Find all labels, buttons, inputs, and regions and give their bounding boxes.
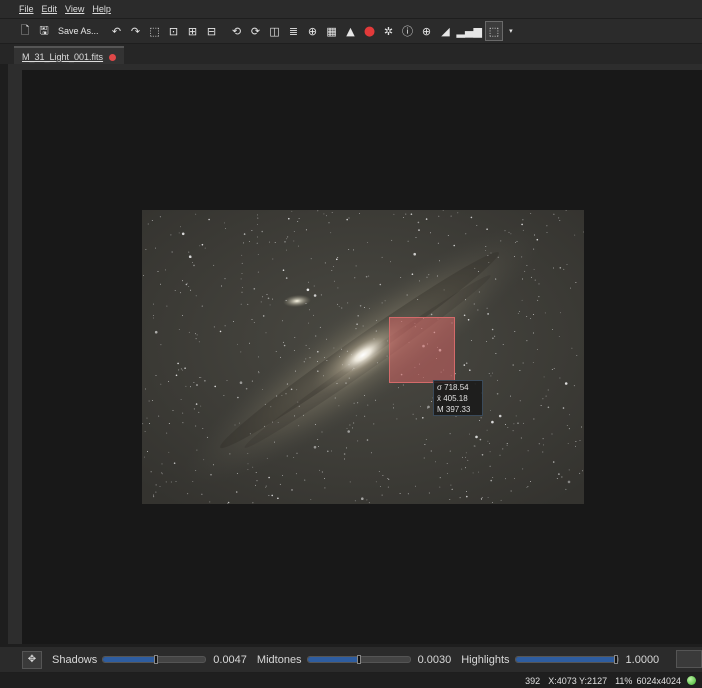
- menu-file[interactable]: File: [19, 4, 34, 14]
- astro-image[interactable]: [142, 210, 584, 504]
- midtones-label: Midtones: [256, 653, 302, 666]
- tab-title: M_31_Light_001.fits: [22, 52, 104, 62]
- stars-icon[interactable]: ✲: [381, 22, 397, 40]
- fit-icon[interactable]: ⬚: [147, 22, 163, 40]
- selection-icon[interactable]: ⬚: [484, 21, 503, 41]
- tab-image[interactable]: M_31_Light_001.fits: [14, 46, 125, 66]
- stat-mean: x̄ 405.18: [437, 394, 468, 403]
- stat-median: M 397.33: [437, 405, 471, 414]
- info-icon[interactable]: ⓘ: [400, 22, 416, 40]
- status-bar: 392 X:4073 Y:2127 11% 6024x4024: [0, 673, 702, 688]
- undo-icon[interactable]: ↶: [109, 22, 125, 40]
- zoom-selection-icon[interactable]: ⊡: [166, 22, 182, 40]
- target-icon[interactable]: ⊕: [419, 22, 435, 40]
- shadows-slider-handle[interactable]: [154, 655, 159, 664]
- region-of-interest[interactable]: [389, 317, 455, 383]
- pixel-value: 392: [525, 675, 541, 686]
- signal-icon[interactable]: ▂▄▆: [457, 22, 482, 40]
- cursor-coords: X:4073 Y:2127: [548, 675, 608, 686]
- image-size: 6024x4024: [636, 675, 681, 686]
- extra-control[interactable]: [676, 650, 702, 668]
- save-icon[interactable]: 🖫: [36, 22, 52, 40]
- midtones-slider-handle[interactable]: [356, 655, 361, 664]
- flip-h-icon[interactable]: ⟲: [229, 22, 245, 40]
- selection-dropdown-icon[interactable]: ▾: [503, 22, 519, 40]
- redo-icon[interactable]: ↷: [128, 22, 144, 40]
- midtones-slider[interactable]: [306, 655, 411, 664]
- shadows-slider[interactable]: [102, 655, 207, 664]
- split-icon[interactable]: ◫: [267, 22, 283, 40]
- histogram-icon[interactable]: ◢: [438, 22, 454, 40]
- save-as-button[interactable]: Save As...: [55, 22, 102, 40]
- new-icon[interactable]: 🗋: [17, 22, 33, 40]
- highlights-slider[interactable]: [514, 655, 619, 664]
- zoom-in-icon[interactable]: ⊞: [185, 22, 201, 40]
- statistics-overlay: σ 718.54 x̄ 405.18 M 397.33: [433, 380, 483, 416]
- shadows-label: Shadows: [52, 653, 98, 666]
- status-ok-icon: [687, 676, 696, 685]
- menu-edit[interactable]: Edit: [42, 4, 58, 14]
- m31-galaxy-image: [142, 210, 584, 504]
- stretch-bar: ✥ Shadows 0.0047 Midtones 0.0030 Highlig…: [0, 647, 702, 672]
- zoom-out-icon[interactable]: ⊟: [204, 22, 220, 40]
- toolbar: 🗋 🖫 Save As... ↶ ↷ ⬚ ⊡ ⊞ ⊟ ⟲ ⟳ ◫ ≣ ⊕ ▦ ▲…: [0, 19, 702, 43]
- stat-sigma: σ 718.54: [437, 383, 469, 392]
- menu-help[interactable]: Help: [92, 4, 111, 14]
- highlights-label: Highlights: [461, 653, 510, 666]
- tab-bar: M_31_Light_001.fits: [0, 44, 702, 66]
- stretch-icon[interactable]: ▲: [343, 22, 359, 40]
- grid-icon[interactable]: ▦: [324, 22, 340, 40]
- highlights-value: 1.0000: [625, 653, 660, 666]
- close-tab-icon[interactable]: [109, 53, 117, 61]
- midtones-value: 0.0030: [417, 653, 452, 666]
- highlights-slider-handle[interactable]: [613, 655, 618, 664]
- zoom-level: 11%: [615, 675, 633, 686]
- crosshair-icon[interactable]: ⊕: [305, 22, 321, 40]
- balance-icon[interactable]: ≣: [286, 22, 302, 40]
- move-icon[interactable]: ✥: [22, 650, 42, 669]
- menu-view[interactable]: View: [65, 4, 84, 14]
- record-icon[interactable]: ●: [362, 22, 378, 40]
- menu-bar: File Edit View Help: [0, 0, 702, 18]
- flip-v-icon[interactable]: ⟳: [248, 22, 264, 40]
- shadows-value: 0.0047: [213, 653, 247, 666]
